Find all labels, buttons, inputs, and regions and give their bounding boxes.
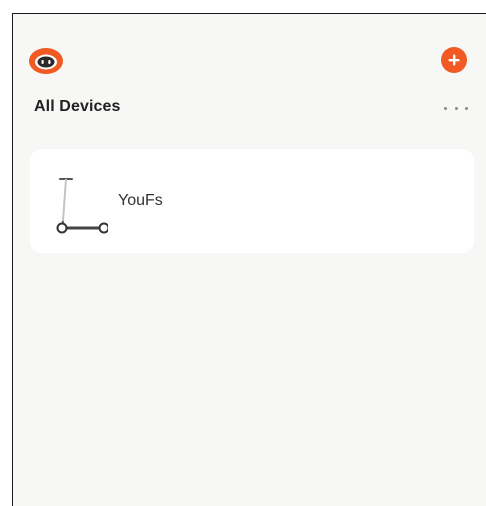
app-screen: All Devices YouFs [12, 13, 486, 506]
device-name: YouFs [118, 192, 163, 209]
plus-icon [448, 54, 460, 66]
kick-scooter-icon [52, 175, 110, 235]
add-device-button[interactable] [441, 47, 467, 73]
more-options-button[interactable] [444, 103, 468, 113]
avatar-robot-icon[interactable] [28, 47, 64, 75]
device-card[interactable]: YouFs [30, 149, 474, 253]
ellipsis-dot [454, 106, 458, 110]
ellipsis-icon [444, 106, 447, 110]
page-title: All Devices [34, 98, 121, 115]
ellipsis-dot [465, 106, 468, 110]
